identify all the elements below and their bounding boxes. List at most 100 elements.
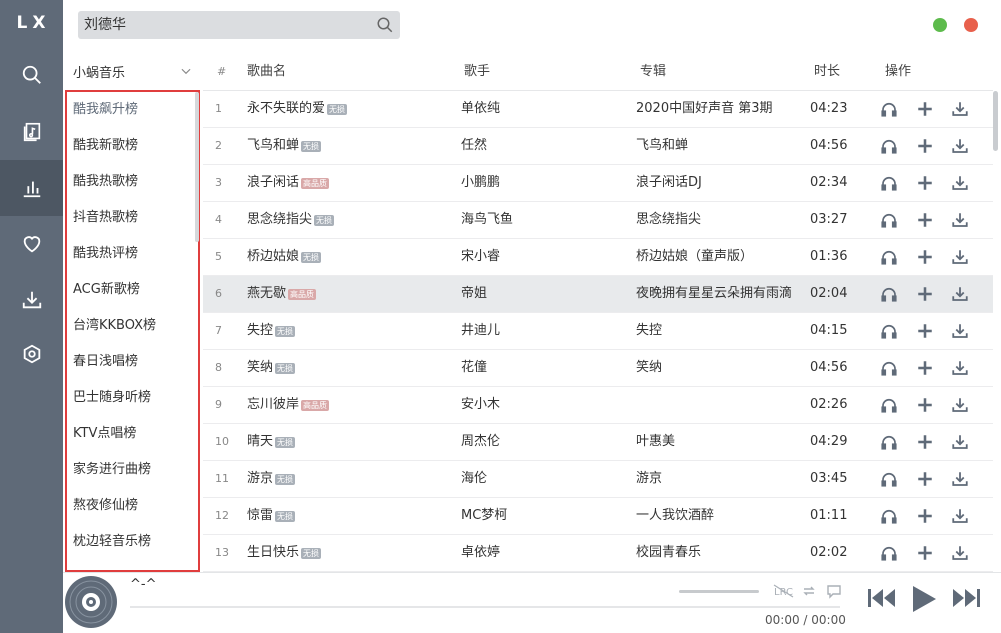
board-list-scrollbar[interactable]: [195, 92, 199, 242]
minimize-button[interactable]: [933, 18, 947, 32]
add-icon[interactable]: [916, 507, 934, 525]
repeat-icon[interactable]: [801, 583, 817, 599]
download-icon[interactable]: [951, 248, 969, 266]
song-singer[interactable]: 任然: [461, 128, 621, 164]
headphones-icon[interactable]: [880, 544, 898, 562]
col-singer-header[interactable]: 歌手: [464, 63, 490, 81]
table-row[interactable]: 2 飞鸟和蝉 无损 任然 飞鸟和蝉 04:56: [203, 128, 993, 165]
song-singer[interactable]: 小鹏鹏: [461, 165, 621, 201]
album-cover[interactable]: [65, 576, 117, 628]
download-icon[interactable]: [951, 322, 969, 340]
board-item[interactable]: 酷我新歌榜: [73, 136, 138, 156]
song-title[interactable]: 思念绕指尖 无损: [247, 202, 447, 238]
song-album[interactable]: 校园青春乐: [636, 535, 806, 571]
download-icon[interactable]: [951, 507, 969, 525]
col-title-header[interactable]: 歌曲名: [247, 63, 286, 81]
next-button[interactable]: [951, 587, 981, 613]
add-icon[interactable]: [916, 100, 934, 118]
song-album[interactable]: 浪子闲话DJ: [636, 165, 806, 201]
download-icon[interactable]: [951, 470, 969, 488]
download-icon[interactable]: [951, 211, 969, 229]
song-singer[interactable]: 周杰伦: [461, 424, 621, 460]
volume-slider[interactable]: [679, 590, 759, 593]
song-title[interactable]: 飞鸟和蝉 无损: [247, 128, 447, 164]
song-title[interactable]: 游京 无损: [247, 461, 447, 497]
board-item[interactable]: 熬夜修仙榜: [73, 496, 138, 516]
song-album[interactable]: 叶惠美: [636, 424, 806, 460]
board-item[interactable]: 抖音热歌榜: [73, 208, 138, 228]
comment-icon[interactable]: [826, 583, 842, 599]
nav-settings[interactable]: [0, 326, 63, 382]
table-row[interactable]: 8 笑纳 无损 花僮 笑纳 04:56: [203, 350, 993, 387]
col-duration-header[interactable]: 时长: [814, 63, 840, 81]
song-title[interactable]: 晴天 无损: [247, 424, 447, 460]
table-row[interactable]: 4 思念绕指尖 无损 海鸟飞鱼 思念绕指尖 03:27: [203, 202, 993, 239]
song-album[interactable]: 飞鸟和蝉: [636, 128, 806, 164]
add-icon[interactable]: [916, 174, 934, 192]
headphones-icon[interactable]: [880, 100, 898, 118]
headphones-icon[interactable]: [880, 507, 898, 525]
headphones-icon[interactable]: [880, 359, 898, 377]
song-singer[interactable]: 花僮: [461, 350, 621, 386]
board-item[interactable]: 春日浅唱榜: [73, 352, 138, 372]
download-icon[interactable]: [951, 137, 969, 155]
add-icon[interactable]: [916, 211, 934, 229]
board-item[interactable]: 台湾KKBOX榜: [73, 316, 156, 336]
nav-download[interactable]: [0, 272, 63, 328]
board-item[interactable]: 酷我飙升榜: [73, 100, 138, 120]
song-album[interactable]: 思念绕指尖: [636, 202, 806, 238]
song-album[interactable]: 夜晚拥有星星云朵拥有雨滴: [636, 276, 806, 312]
table-row[interactable]: 6 燕无歇 高品质 帝姐 夜晚拥有星星云朵拥有雨滴 02:04: [203, 276, 993, 313]
board-item[interactable]: 家务进行曲榜: [73, 460, 151, 480]
nav-favorites[interactable]: [0, 216, 63, 272]
board-item[interactable]: 巴士随身听榜: [73, 388, 151, 408]
headphones-icon[interactable]: [880, 470, 898, 488]
table-row[interactable]: 5 桥边姑娘 无损 宋小睿 桥边姑娘（童声版） 01:36: [203, 239, 993, 276]
add-icon[interactable]: [916, 470, 934, 488]
song-singer[interactable]: MC梦柯: [461, 498, 621, 534]
song-title[interactable]: 忘川彼岸 高品质: [247, 387, 447, 423]
headphones-icon[interactable]: [880, 433, 898, 451]
search-icon[interactable]: [376, 16, 394, 34]
table-scrollbar[interactable]: [993, 91, 998, 151]
search-input[interactable]: 刘德华: [84, 11, 364, 39]
song-title[interactable]: 笑纳 无损: [247, 350, 447, 386]
progress-bar[interactable]: [130, 606, 840, 608]
download-icon[interactable]: [951, 544, 969, 562]
board-item[interactable]: 酷我热歌榜: [73, 172, 138, 192]
add-icon[interactable]: [916, 396, 934, 414]
download-icon[interactable]: [951, 285, 969, 303]
song-album[interactable]: [636, 387, 806, 423]
board-item[interactable]: KTV点唱榜: [73, 424, 136, 444]
lyrics-icon[interactable]: LRC: [773, 583, 795, 599]
download-icon[interactable]: [951, 396, 969, 414]
headphones-icon[interactable]: [880, 285, 898, 303]
song-singer[interactable]: 安小木: [461, 387, 621, 423]
headphones-icon[interactable]: [880, 396, 898, 414]
source-select[interactable]: 小蜗音乐: [73, 62, 195, 82]
search-box[interactable]: 刘德华: [78, 11, 400, 39]
song-singer[interactable]: 单依纯: [461, 91, 621, 127]
song-album[interactable]: 一人我饮酒醉: [636, 498, 806, 534]
table-row[interactable]: 7 失控 无损 井迪儿 失控 04:15: [203, 313, 993, 350]
add-icon[interactable]: [916, 433, 934, 451]
song-singer[interactable]: 海鸟飞鱼: [461, 202, 621, 238]
song-title[interactable]: 惊雷 无损: [247, 498, 447, 534]
table-row[interactable]: 9 忘川彼岸 高品质 安小木 02:26: [203, 387, 993, 424]
previous-button[interactable]: [867, 587, 897, 613]
play-button[interactable]: [911, 585, 937, 617]
table-row[interactable]: 3 浪子闲话 高品质 小鹏鹏 浪子闲话DJ 02:34: [203, 165, 993, 202]
song-singer[interactable]: 井迪儿: [461, 313, 621, 349]
table-row[interactable]: 12 惊雷 无损 MC梦柯 一人我饮酒醉 01:11: [203, 498, 993, 535]
song-title[interactable]: 永不失联的爱 无损: [247, 91, 447, 127]
headphones-icon[interactable]: [880, 137, 898, 155]
headphones-icon[interactable]: [880, 248, 898, 266]
add-icon[interactable]: [916, 137, 934, 155]
nav-leaderboard[interactable]: [0, 160, 63, 216]
nav-song-list[interactable]: [0, 104, 63, 160]
download-icon[interactable]: [951, 100, 969, 118]
song-title[interactable]: 燕无歇 高品质: [247, 276, 447, 312]
download-icon[interactable]: [951, 433, 969, 451]
song-singer[interactable]: 宋小睿: [461, 239, 621, 275]
table-row[interactable]: 11 游京 无损 海伦 游京 03:45: [203, 461, 993, 498]
